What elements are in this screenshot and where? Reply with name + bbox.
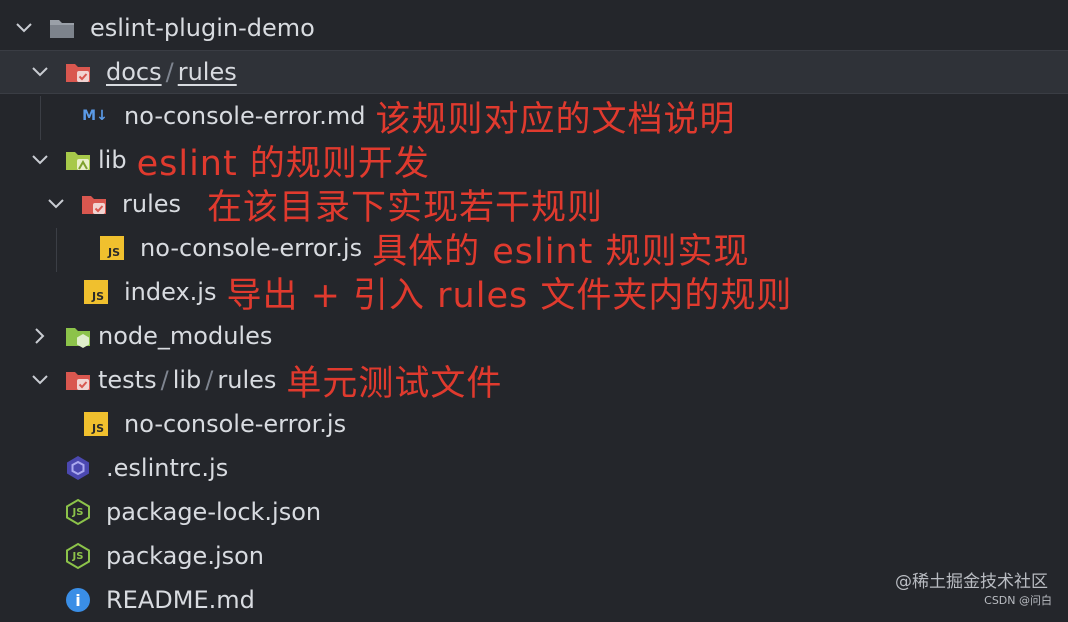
tree-row-tests-file[interactable]: JS no-console-error.js bbox=[0, 402, 1068, 446]
root-folder-label: eslint-plugin-demo bbox=[90, 14, 315, 42]
watermark-csdn: CSDN @问白 bbox=[984, 594, 1052, 607]
tree-row-docs-file[interactable]: M↓ no-console-error.md 该规则对应的文档说明 bbox=[0, 94, 1068, 140]
readme-label: README.md bbox=[106, 586, 255, 614]
node-modules-label: node_modules bbox=[98, 322, 273, 350]
tree-row-lib-rules[interactable]: rules 在该目录下实现若干规则 bbox=[0, 182, 1068, 228]
tests-path-label: tests / lib / rules bbox=[98, 366, 276, 394]
node-json-icon: JS bbox=[64, 498, 92, 526]
chevron-down-icon[interactable] bbox=[30, 370, 50, 390]
chevron-down-icon[interactable] bbox=[14, 18, 34, 38]
js-file-icon: JS bbox=[82, 278, 110, 306]
lib-rules-label: rules bbox=[122, 190, 182, 218]
folder-docs-icon bbox=[64, 58, 92, 86]
package-label: package.json bbox=[106, 542, 265, 570]
node-json-icon: JS bbox=[64, 542, 92, 570]
path-segment: rules bbox=[177, 58, 237, 86]
chevron-right-icon[interactable] bbox=[30, 326, 50, 346]
rule-file-label: no-console-error.js bbox=[140, 234, 363, 262]
tree-row-eslintrc[interactable]: .eslintrc.js bbox=[0, 446, 1068, 490]
chevron-down-icon[interactable] bbox=[30, 62, 50, 82]
node-icon-text: JS bbox=[72, 550, 84, 562]
path-segment: lib bbox=[172, 366, 202, 394]
package-lock-label: package-lock.json bbox=[106, 498, 322, 526]
tree-row-rule-file[interactable]: JS no-console-error.js 具体的 eslint 规则实现 bbox=[0, 226, 1068, 272]
tree-row-tests[interactable]: tests / lib / rules 单元测试文件 bbox=[0, 358, 1068, 404]
tests-file-label: no-console-error.js bbox=[124, 410, 347, 438]
js-icon-text: JS bbox=[91, 289, 104, 303]
chevron-down-icon[interactable] bbox=[30, 150, 50, 170]
index-file-label: index.js bbox=[124, 278, 217, 306]
tree-row-lib[interactable]: lib eslint 的规则开发 bbox=[0, 138, 1068, 184]
path-segment: rules bbox=[217, 366, 277, 394]
path-segment: docs bbox=[106, 58, 162, 86]
tree-row-node-modules[interactable]: node_modules bbox=[0, 314, 1068, 358]
folder-icon bbox=[48, 14, 76, 42]
js-file-icon: JS bbox=[82, 410, 110, 438]
info-icon-text: i bbox=[75, 590, 81, 610]
tree-row-docs-rules[interactable]: docs / rules bbox=[0, 50, 1068, 94]
node-icon-text: JS bbox=[72, 506, 84, 518]
lib-label: lib bbox=[98, 146, 127, 174]
eslint-icon bbox=[64, 454, 92, 482]
folder-tests-icon bbox=[64, 366, 92, 394]
folder-rules-icon bbox=[80, 190, 108, 218]
eslintrc-label: .eslintrc.js bbox=[106, 454, 229, 482]
chevron-down-icon[interactable] bbox=[46, 194, 66, 214]
path-separator: / bbox=[160, 366, 169, 394]
docs-file-label: no-console-error.md bbox=[124, 102, 366, 130]
markdown-icon: M↓ bbox=[80, 102, 110, 130]
js-file-icon: JS bbox=[98, 234, 126, 262]
tree-row-package-lock[interactable]: JS package-lock.json bbox=[0, 490, 1068, 534]
tree-row-root[interactable]: eslint-plugin-demo bbox=[0, 6, 1068, 50]
info-icon: i bbox=[64, 586, 92, 614]
annotation-tests: 单元测试文件 bbox=[286, 363, 503, 404]
markdown-icon-text: M↓ bbox=[82, 108, 108, 124]
path-separator: / bbox=[165, 58, 174, 86]
docs-rules-label: docs / rules bbox=[106, 58, 237, 86]
path-separator: / bbox=[205, 366, 214, 394]
js-icon-text: JS bbox=[91, 421, 104, 435]
annotation-index: 导出 + 引入 rules 文件夹内的规则 bbox=[226, 275, 793, 316]
watermark-juejin: @稀土掘金技术社区 bbox=[895, 572, 1048, 592]
js-icon-text: JS bbox=[107, 245, 120, 259]
folder-node-icon bbox=[64, 322, 92, 350]
folder-lib-icon bbox=[64, 146, 92, 174]
file-tree: eslint-plugin-demo docs / rules M↓ no-cons… bbox=[0, 0, 1068, 614]
tree-row-index[interactable]: JS index.js 导出 + 引入 rules 文件夹内的规则 bbox=[0, 270, 1068, 316]
path-segment: tests bbox=[98, 366, 157, 394]
